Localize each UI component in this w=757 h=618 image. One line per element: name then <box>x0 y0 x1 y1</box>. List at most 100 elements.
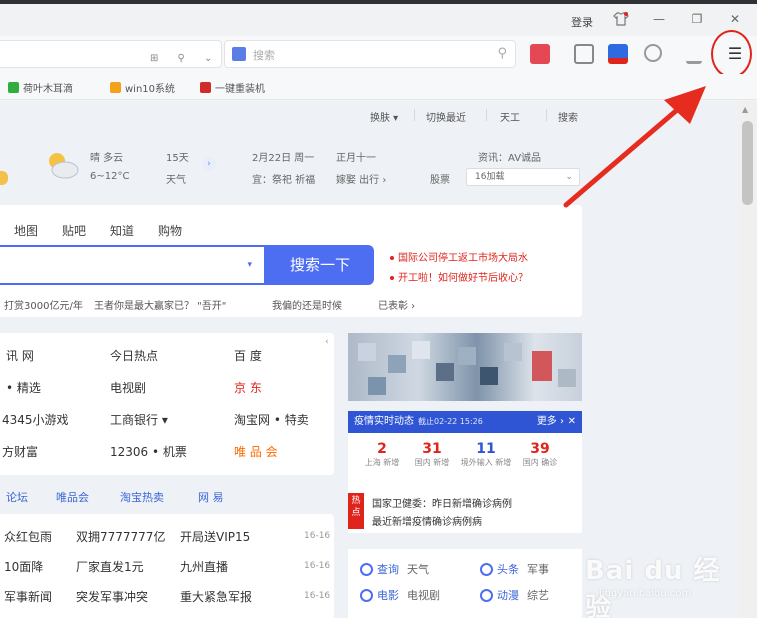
bookmark-item[interactable]: 荷叶木耳滴 <box>8 80 73 95</box>
tab-shopping[interactable]: 购物 <box>158 222 182 239</box>
site-link[interactable]: 百 度 <box>234 347 262 364</box>
news-item[interactable]: 重大紧急军报 <box>180 588 252 605</box>
epidemic-news: 热点 国家卫健委：昨日新增确诊病例 最近新增疫情确诊病例病 <box>348 489 582 533</box>
service-item[interactable]: 查询 天气 <box>360 561 429 577</box>
watermark-logo: Bai du 经验 <box>585 556 721 618</box>
quick-link[interactable]: 网 易 <box>198 489 224 505</box>
service-item[interactable]: 动漫 综艺 <box>480 587 549 603</box>
weather-forecast-days[interactable]: 15天 <box>166 149 189 164</box>
hot-item[interactable]: 开工啦！如何做好节后收心？ <box>390 269 528 284</box>
news-item[interactable]: 众红包雨 <box>4 528 52 545</box>
hot-tag: 热点 <box>348 493 364 529</box>
news-item[interactable]: 突发军事冲突 <box>76 588 148 605</box>
site-link[interactable]: 方财富 <box>2 443 38 460</box>
grid-icon[interactable] <box>574 44 594 64</box>
news-item[interactable]: 双拥7777777亿 <box>76 528 165 545</box>
stat-item: 31 国内 新增 <box>414 441 450 467</box>
movie-icon <box>360 588 373 602</box>
epidemic-header[interactable]: 疫情实时动态 截止02-22 15:26 更多 › ✕ <box>348 411 582 433</box>
scroll-thumb[interactable] <box>742 121 753 205</box>
suggest-item[interactable]: 我偏的还是时候 <box>272 297 342 312</box>
banner-image[interactable] <box>348 333 582 401</box>
tab-zhidao[interactable]: 知道 <box>110 222 134 239</box>
restore-button[interactable]: ❐ <box>689 12 705 26</box>
quick-link[interactable]: 论坛 <box>6 489 28 505</box>
news-date: 16-16 <box>304 591 331 601</box>
news-item[interactable]: 10面降 <box>4 558 43 575</box>
search-engine-icon[interactable] <box>232 47 246 61</box>
news-item[interactable]: 开局送VIP15 <box>180 528 250 545</box>
site-link[interactable]: 唯 品 会 <box>234 443 278 460</box>
toplink-switch[interactable]: 切换最近 <box>426 109 466 124</box>
quick-link[interactable]: 唯品会 <box>56 489 89 505</box>
site-link[interactable]: 4345小游戏 <box>2 411 69 428</box>
epidemic-news-item[interactable]: 最近新增疫情确诊病例病 <box>372 513 482 528</box>
toplink-skin[interactable]: 换肤 ▾ <box>370 109 398 124</box>
search-icon[interactable]: ⚲ <box>497 46 507 61</box>
divider <box>486 109 487 121</box>
news-panel: 众红包雨 双拥7777777亿 开局送VIP15 16-16 10面降 厂家直发… <box>0 514 334 618</box>
divider <box>414 109 415 121</box>
epidemic-subtitle: 截止02-22 15:26 <box>418 417 483 426</box>
download-icon[interactable] <box>686 44 702 64</box>
weather-next-icon[interactable]: › <box>202 157 216 171</box>
site-link[interactable]: 12306 • 机票 <box>110 443 187 460</box>
red-app-icon[interactable] <box>530 44 550 64</box>
hot-item[interactable]: 国际公司停工返工市场大局水 <box>390 249 528 264</box>
scroll-up-icon[interactable]: ▲ <box>742 105 748 114</box>
calendar-more[interactable]: 嫁娶 出行 › <box>336 171 386 186</box>
calendar-yi: 宜：祭祀 祈福 <box>252 175 316 186</box>
epidemic-news-item[interactable]: 国家卫健委：昨日新增确诊病例 <box>372 495 512 510</box>
news-source[interactable]: 资讯：AV诚品 <box>478 149 541 164</box>
search-icon <box>360 562 373 576</box>
calendar-date: 2月22日 周一 <box>252 153 315 164</box>
site-link[interactable]: 淘宝网 • 特卖 <box>234 411 309 428</box>
bookmark-item[interactable]: 一键重装机 <box>200 80 265 95</box>
minimize-button[interactable]: — <box>651 12 667 26</box>
site-link[interactable]: 工商银行 ▾ <box>110 411 168 428</box>
stock-select[interactable]: 16加载 ⌄ <box>466 168 580 186</box>
service-item[interactable]: 电影 电视剧 <box>360 587 440 603</box>
suggest-item[interactable]: 打赏3000亿元/年 <box>4 297 83 312</box>
tab-tieba[interactable]: 贴吧 <box>62 222 86 239</box>
bookmark-item[interactable]: win10系统 <box>110 80 175 95</box>
chevron-down-icon[interactable]: ▾ <box>247 260 252 270</box>
close-icon[interactable]: ✕ <box>568 411 576 433</box>
quick-link[interactable]: 淘宝热卖 <box>120 489 164 505</box>
site-link[interactable]: 讯 网 <box>6 347 34 364</box>
main-search-input[interactable]: ▾ <box>0 245 266 285</box>
news-item[interactable]: 厂家直发1元 <box>76 558 144 575</box>
news-item[interactable]: 军事新闻 <box>4 588 52 605</box>
tab-map[interactable]: 地图 <box>14 222 38 239</box>
bookmark-icon <box>8 82 19 93</box>
toplink-search[interactable]: 搜索 <box>558 109 578 124</box>
user-icon[interactable] <box>644 44 662 62</box>
extension-icon[interactable] <box>608 44 628 64</box>
suggest-item[interactable]: 王者你是最大赢家已？ "吾开" <box>94 297 226 312</box>
service-item[interactable]: 头条 军事 <box>480 561 549 577</box>
watermark-url: jingyan.baidu.com <box>599 588 692 599</box>
skin-icon[interactable] <box>613 12 629 26</box>
url-input[interactable]: ⊞ ⚲ ⌄ <box>0 40 222 68</box>
site-link[interactable]: 今日热点 <box>110 347 158 364</box>
suggest-item[interactable]: 已表彰 › <box>378 297 415 312</box>
search-button[interactable]: 搜索一下 <box>266 245 374 285</box>
chevron-down-icon: ⌄ <box>565 172 573 182</box>
site-link[interactable]: • 精选 <box>6 379 41 396</box>
bookmark-label: 荷叶木耳滴 <box>23 84 73 95</box>
vertical-scrollbar[interactable]: ▲ <box>738 101 757 618</box>
bookmarks-bar: 荷叶木耳滴 win10系统 一键重装机 <box>0 74 757 100</box>
site-link[interactable]: 电视剧 <box>110 379 146 396</box>
banner-prev-icon[interactable]: ‹ <box>325 337 329 347</box>
bookmark-icon <box>200 82 211 93</box>
login-button[interactable]: 登录 <box>571 14 593 30</box>
bookmark-label: win10系统 <box>125 84 176 95</box>
news-item[interactable]: 九州直播 <box>180 558 228 575</box>
address-bar: ⊞ ⚲ ⌄ 搜索 ⚲ <box>0 36 757 74</box>
weather-cloud-sun-icon <box>49 153 79 179</box>
site-link[interactable]: 京 东 <box>234 379 262 396</box>
more-link[interactable]: 更多 › <box>537 411 564 433</box>
toplink-tiangong[interactable]: 天工 <box>500 109 520 124</box>
close-button[interactable]: ✕ <box>727 12 743 26</box>
search-box[interactable]: 搜索 ⚲ <box>224 40 516 68</box>
